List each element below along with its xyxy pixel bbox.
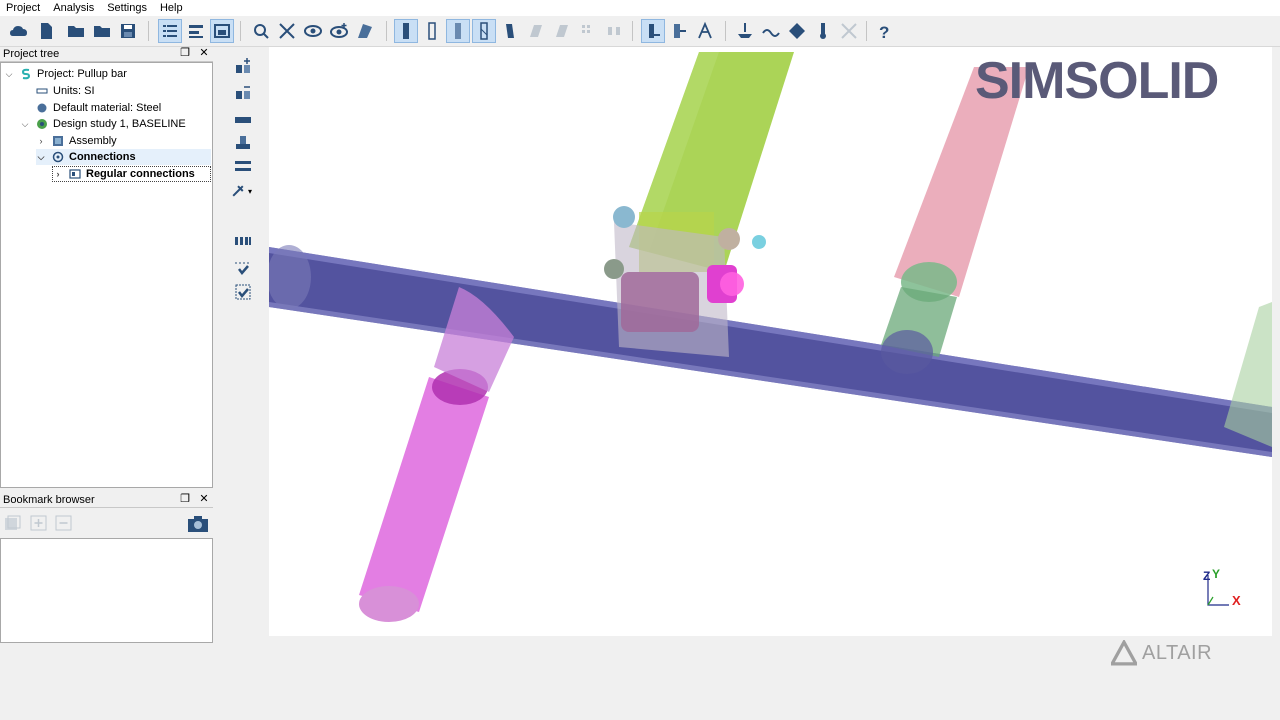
part-view-icon[interactable] xyxy=(498,19,522,43)
wireframe-view-icon[interactable] xyxy=(420,19,444,43)
add-connection-manual-icon[interactable] xyxy=(232,82,254,104)
bookmark-browser-title: Bookmark browser xyxy=(3,494,95,506)
new-project-icon[interactable] xyxy=(34,19,58,43)
tree-item-units[interactable]: Units: SI xyxy=(36,83,95,99)
open-recent-icon[interactable] xyxy=(90,19,114,43)
remove-bookmark-icon[interactable] xyxy=(55,515,73,531)
connections-toolbar: ▾ xyxy=(224,50,264,310)
regular-connections-icon xyxy=(69,168,81,180)
chevron-down-icon[interactable]: ⌵ xyxy=(36,152,46,163)
menu-bar: Project Analysis Settings Help xyxy=(0,0,1280,16)
connections-icon xyxy=(52,151,64,163)
section-view-icon[interactable] xyxy=(353,19,377,43)
chevron-down-icon[interactable]: ⌵ xyxy=(20,119,30,130)
3d-viewport[interactable]: SIMSOLID Z Y X xyxy=(269,47,1272,636)
menu-project[interactable]: Project xyxy=(0,0,47,16)
transparent-view-icon[interactable] xyxy=(446,19,470,43)
material-icon xyxy=(36,102,48,114)
tree-item-assembly[interactable]: › Assembly xyxy=(36,133,117,149)
show-all-icon[interactable] xyxy=(327,19,351,43)
tree-item-material[interactable]: Default material: Steel xyxy=(36,100,161,116)
project-tree: ⌵ Project: Pullup bar Units: SI Default … xyxy=(0,62,213,488)
text-label-icon[interactable] xyxy=(693,19,717,43)
project-tree-title: Project tree xyxy=(3,48,60,60)
tree-item-regular-connections[interactable]: › Regular connections xyxy=(52,166,211,182)
cloud-icon[interactable] xyxy=(7,19,31,43)
force-load-icon[interactable] xyxy=(759,19,783,43)
axis-z-label: Z xyxy=(1203,569,1211,583)
adhesive-connection-icon[interactable] xyxy=(232,155,254,177)
check-connections-icon[interactable] xyxy=(232,258,254,280)
tree-item-project[interactable]: ⌵ Project: Pullup bar xyxy=(4,66,127,82)
tree-item-connections[interactable]: ⌵ Connections xyxy=(36,149,211,165)
pressure-load-icon[interactable] xyxy=(785,19,809,43)
add-connection-icon[interactable] xyxy=(232,56,254,78)
shaded-view-icon[interactable] xyxy=(394,19,418,43)
auto-connect-icon[interactable] xyxy=(275,19,299,43)
project-tree-toggle-icon[interactable] xyxy=(158,19,182,43)
edges-view-icon[interactable] xyxy=(472,19,496,43)
chevron-down-icon[interactable]: ⌵ xyxy=(4,69,14,80)
axis-x-label: X xyxy=(1232,593,1241,608)
load-view-icon[interactable] xyxy=(641,19,665,43)
add-bookmark-icon[interactable] xyxy=(30,515,48,531)
axis-triad: Z Y X xyxy=(1199,567,1249,612)
menu-help[interactable]: Help xyxy=(154,0,190,16)
connection-view-icon[interactable] xyxy=(602,19,626,43)
bookmark-browser-header: Bookmark browser ❐ ✕ xyxy=(0,493,213,508)
chevron-right-icon[interactable]: › xyxy=(36,136,46,146)
fixed-support-icon[interactable] xyxy=(733,19,757,43)
project-tree-header: Project tree ❐ ✕ xyxy=(0,47,213,62)
grid-view-icon[interactable] xyxy=(550,19,574,43)
camera-icon[interactable] xyxy=(187,515,209,533)
help-icon[interactable]: ? xyxy=(872,19,896,43)
zoom-fit-icon[interactable] xyxy=(249,19,273,43)
tree-item-design-study[interactable]: ⌵ Design study 1, BASELINE xyxy=(20,116,186,132)
pink-leg-tube[interactable] xyxy=(359,287,514,622)
hide-show-icon[interactable] xyxy=(301,19,325,43)
annotation-icon[interactable] xyxy=(667,19,691,43)
close-panel-icon[interactable]: ✕ xyxy=(199,494,209,505)
bookmark-list[interactable] xyxy=(0,538,213,643)
assembly-icon xyxy=(52,135,64,147)
svg-text:?: ? xyxy=(879,23,889,41)
main-toolbar: ? xyxy=(0,16,1280,47)
simsolid-logo-icon xyxy=(20,68,32,80)
simsolid-logo: SIMSOLID xyxy=(975,52,1219,110)
design-study-icon xyxy=(36,118,48,130)
virtual-connector-icon[interactable] xyxy=(232,230,254,252)
thermal-load-icon[interactable] xyxy=(811,19,835,43)
remove-load-icon[interactable] xyxy=(837,19,861,43)
save-icon[interactable] xyxy=(116,19,140,43)
connection-list-icon[interactable] xyxy=(232,281,254,303)
float-panel-icon[interactable]: ❐ xyxy=(180,48,190,59)
ruler-icon xyxy=(36,85,48,97)
status-bar xyxy=(0,645,1280,665)
axis-y-label: Y xyxy=(1212,567,1221,581)
open-folder-icon[interactable] xyxy=(64,19,88,43)
bookmark-toolbar xyxy=(0,509,213,537)
diagonal-tube-right[interactable] xyxy=(881,67,1029,374)
menu-analysis[interactable]: Analysis xyxy=(47,0,101,16)
menu-settings[interactable]: Settings xyxy=(101,0,154,16)
close-panel-icon[interactable]: ✕ xyxy=(199,48,209,59)
copy-bookmark-icon[interactable] xyxy=(4,515,22,531)
float-panel-icon[interactable]: ❐ xyxy=(180,494,190,505)
model-render xyxy=(269,52,1272,622)
weld-connection-icon[interactable] xyxy=(232,131,254,153)
view-toggle-icon[interactable] xyxy=(210,19,234,43)
bolt-connection-icon[interactable] xyxy=(232,109,254,131)
mesh-view-icon[interactable] xyxy=(524,19,548,43)
spot-weld-icon[interactable]: ▾ xyxy=(230,180,252,202)
chevron-right-icon[interactable]: › xyxy=(53,169,63,179)
stress-view-icon[interactable] xyxy=(576,19,600,43)
bookmark-toggle-icon[interactable] xyxy=(184,19,208,43)
